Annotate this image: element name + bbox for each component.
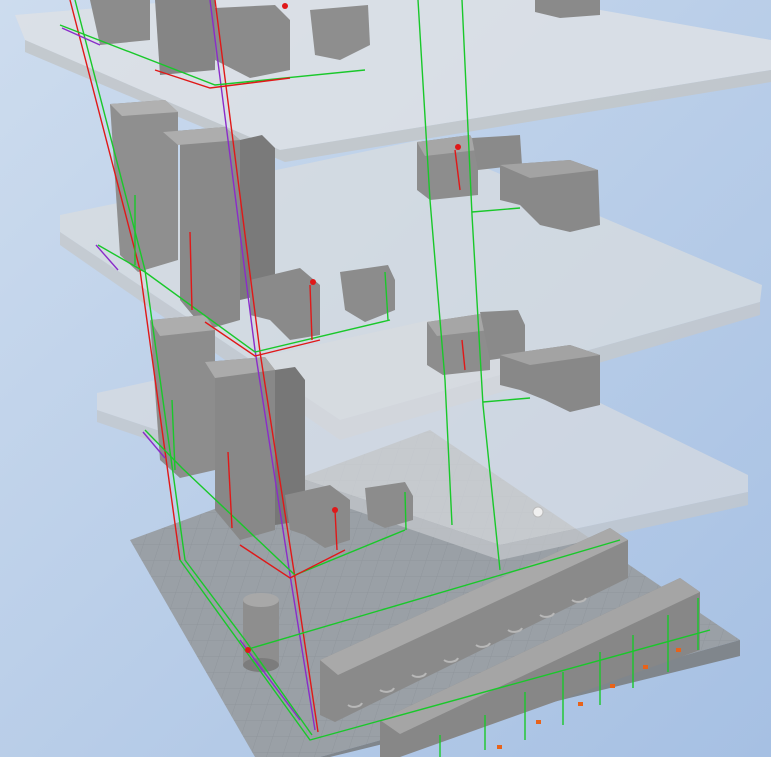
scene-canvas[interactable] — [0, 0, 771, 757]
3d-viewport[interactable] — [0, 0, 771, 757]
